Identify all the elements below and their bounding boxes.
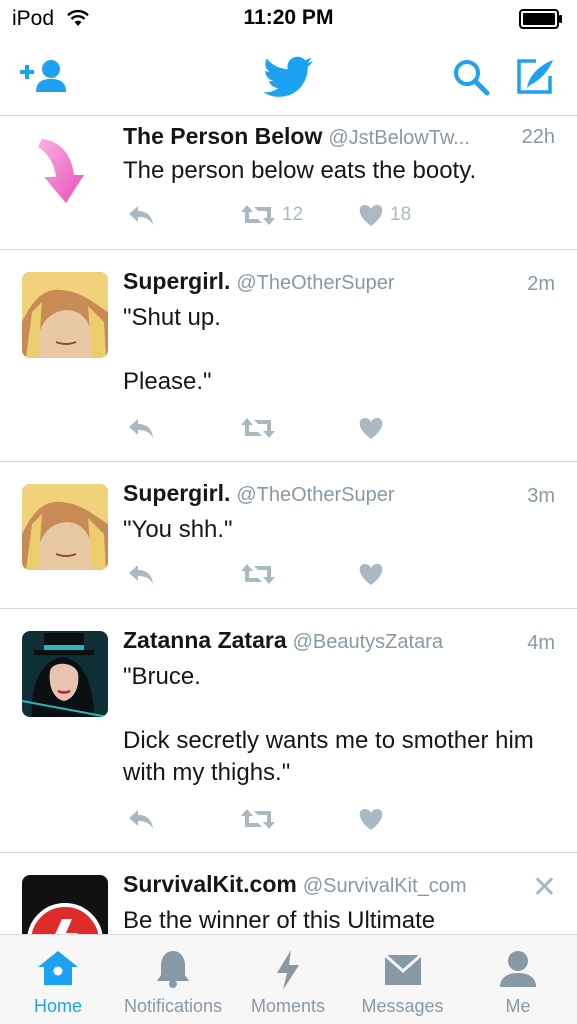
tab-label: Me (505, 996, 531, 1016)
retweet-count: 12 (282, 204, 304, 225)
tweet[interactable]: Supergirl. @TheOtherSuper 2m "Shut up. Pl… (0, 250, 577, 462)
tweet-text: "Shut up. Please." (123, 304, 221, 395)
tweet-author-handle[interactable]: @TheOtherSuper (236, 272, 394, 294)
tweet[interactable]: SurvivalKit.com @SurvivalKit_com ✕ Be the… (0, 853, 577, 934)
retweet-icon (241, 564, 275, 584)
tweet-author-name[interactable]: The Person Below (123, 123, 322, 149)
heart-icon (359, 564, 383, 585)
reply-icon (129, 565, 153, 584)
tab-moments[interactable]: Moments (238, 935, 338, 1024)
tweet-actions: 12 18 (123, 203, 453, 231)
tweet[interactable]: Supergirl. @TheOtherSuper 3m "You shh." (0, 462, 577, 609)
search-icon[interactable] (452, 58, 490, 96)
zatanna-avatar[interactable] (22, 631, 108, 717)
tweet-timestamp: 2m (527, 273, 555, 295)
tweet[interactable]: Zatanna Zatara @BeautysZatara 4m "Bruce. … (0, 609, 577, 853)
like-button[interactable] (358, 416, 384, 440)
reply-button[interactable] (127, 807, 155, 831)
reply-button[interactable] (127, 562, 155, 586)
tweet-timestamp: 22h (521, 126, 555, 148)
add-user-icon[interactable] (20, 58, 70, 96)
survivalkit-avatar[interactable] (22, 875, 108, 934)
survivalkit-logo (22, 875, 108, 934)
heart-icon (359, 205, 383, 226)
tweet-author-handle[interactable]: @TheOtherSuper (236, 484, 394, 506)
home-icon (38, 951, 78, 985)
tab-label: Home (33, 996, 82, 1016)
tweet-text: "You shh." (123, 516, 233, 543)
retweet-icon (241, 418, 275, 438)
tweet-text: Be the winner of this Ultimate (123, 907, 436, 934)
like-count: 18 (390, 204, 412, 225)
retweet-button[interactable] (240, 416, 276, 440)
timeline-feed[interactable]: The Person Below @JstBelowTw... 22h The p… (0, 117, 577, 934)
like-button[interactable]: 18 (358, 203, 411, 227)
tweet-author-name[interactable]: SurvivalKit.com (123, 871, 297, 897)
reply-icon (129, 419, 153, 438)
tweet[interactable]: The Person Below @JstBelowTw... 22h The p… (0, 117, 577, 250)
tab-me[interactable]: Me (468, 935, 568, 1024)
pink-arrow-avatar[interactable] (22, 127, 108, 213)
lightning-icon (277, 950, 299, 990)
compose-icon[interactable] (516, 58, 556, 96)
heart-icon (359, 809, 383, 830)
tweet-author-name[interactable]: Zatanna Zatara (123, 627, 287, 653)
like-button[interactable] (358, 807, 384, 831)
tab-messages[interactable]: Messages (350, 935, 455, 1024)
supergirl-avatar-image (22, 484, 108, 570)
tab-label: Notifications (123, 996, 223, 1016)
tweet-text: The person below eats the booty. (123, 157, 477, 184)
status-time: 11:20 PM (243, 6, 334, 29)
bell-icon (157, 951, 189, 988)
reply-icon (129, 206, 153, 225)
heart-icon (359, 418, 383, 439)
reply-button[interactable] (127, 416, 155, 440)
tab-home[interactable]: Home (8, 935, 108, 1024)
tweet-actions (123, 807, 453, 835)
tweet-timestamp: 4m (527, 632, 555, 654)
reply-button[interactable] (127, 203, 155, 227)
zatanna-avatar-image (22, 631, 108, 717)
tab-label: Moments (250, 996, 326, 1016)
tweet-author-handle[interactable]: @JstBelowTw... (328, 127, 469, 149)
dismiss-close-icon[interactable]: ✕ (532, 873, 557, 903)
retweet-icon (241, 205, 275, 225)
retweet-button[interactable] (240, 562, 276, 586)
pink-arrow-icon (38, 139, 84, 203)
envelope-icon (383, 953, 422, 985)
tweet-author-name[interactable]: Supergirl. (123, 268, 230, 294)
tab-bar: Home Notifications Moments Messages Me (0, 934, 577, 1024)
twitter-bird-icon[interactable] (264, 56, 314, 98)
tweet-author-handle[interactable]: @SurvivalKit_com (303, 875, 467, 897)
tweet-author-handle[interactable]: @BeautysZatara (293, 631, 443, 653)
tweet-author-name[interactable]: Supergirl. (123, 480, 230, 506)
tab-notifications[interactable]: Notifications (113, 935, 233, 1024)
person-icon (500, 951, 536, 987)
like-button[interactable] (358, 562, 384, 586)
tweet-timestamp: 3m (527, 485, 555, 507)
tab-label: Messages (361, 996, 444, 1016)
navigation-bar (0, 38, 577, 116)
supergirl-avatar-image (22, 272, 108, 358)
tweet-actions (123, 562, 453, 590)
retweet-button[interactable] (240, 807, 276, 831)
supergirl-avatar[interactable] (22, 272, 108, 358)
reply-icon (129, 810, 153, 829)
retweet-icon (241, 809, 275, 829)
status-bar: iPod 11:20 PM (0, 0, 577, 38)
tweet-actions (123, 416, 453, 444)
tweet-text: "Bruce. Dick secretly wants me to smothe… (123, 663, 534, 786)
retweet-button[interactable]: 12 (240, 203, 303, 227)
battery-icon (519, 9, 562, 29)
supergirl-avatar[interactable] (22, 484, 108, 570)
